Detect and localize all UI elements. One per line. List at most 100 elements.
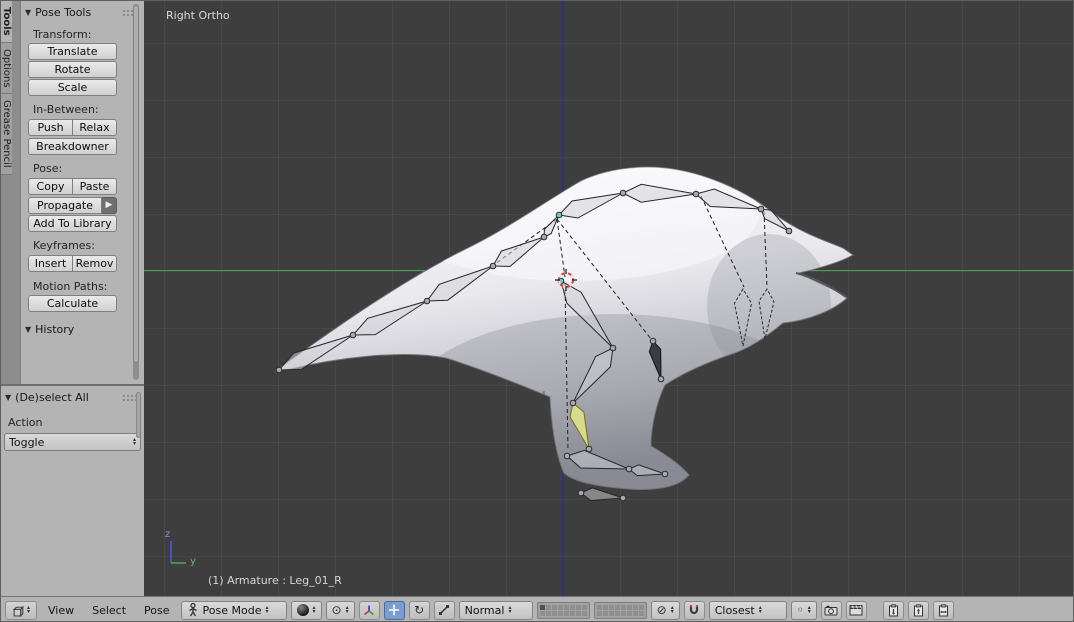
copy-pose-button[interactable]: Copy [28, 178, 73, 195]
armature-layers-grid-left[interactable] [536, 601, 590, 619]
layer-cell[interactable] [575, 604, 581, 610]
editor-type-button[interactable]: ▴ ▾ [5, 600, 37, 620]
tab-tools[interactable]: Tools [1, 1, 12, 43]
bone-joint[interactable] [619, 189, 627, 197]
bone-joint[interactable] [563, 452, 571, 460]
layer-cell[interactable] [596, 610, 602, 616]
opengl-render-anim-button[interactable] [845, 600, 867, 620]
bone-joint[interactable] [661, 470, 669, 478]
layer-cell[interactable] [638, 604, 644, 610]
opengl-render-button[interactable] [820, 600, 842, 620]
bone-joint[interactable] [757, 205, 765, 213]
layer-cell[interactable] [563, 604, 569, 610]
bone-joint[interactable] [349, 331, 357, 339]
layer-cell[interactable] [596, 604, 602, 610]
bone-joint[interactable] [275, 366, 283, 374]
rotate-button[interactable]: Rotate [28, 61, 117, 78]
toolshelf-scrollbar[interactable] [133, 4, 139, 380]
snap-target-dropdown[interactable]: Closest ▴ ▾ [708, 600, 787, 620]
bone-joint[interactable] [657, 375, 665, 383]
insert-keyframe-button[interactable]: Insert [28, 255, 73, 272]
layer-cell[interactable] [551, 604, 557, 610]
layer-cell[interactable] [575, 610, 581, 616]
paste-pose-button[interactable]: Paste [73, 178, 117, 195]
calculate-button[interactable]: Calculate [28, 295, 117, 312]
layer-cell[interactable] [539, 604, 545, 610]
bone-joint[interactable] [423, 297, 431, 305]
menu-view[interactable]: View [41, 604, 81, 617]
history-panel-header[interactable]: ▼ History [21, 318, 144, 338]
panel-drag-dots-icon[interactable] [122, 393, 136, 402]
layer-cell[interactable] [614, 604, 620, 610]
bone-joint[interactable] [649, 337, 657, 345]
action-dropdown[interactable]: Toggle ▴ ▾ [4, 433, 141, 451]
snap-magnet-button[interactable] [683, 600, 705, 620]
layer-cell[interactable] [620, 604, 626, 610]
translate-button[interactable]: Translate [28, 43, 117, 60]
layer-cell[interactable] [557, 610, 563, 616]
armature-layers-grid-right[interactable] [593, 601, 647, 619]
layer-cell[interactable] [581, 610, 587, 616]
layer-cell[interactable] [608, 610, 614, 616]
bone[interactable] [580, 487, 624, 502]
deselect-panel-header[interactable]: ▼ (De)select All [1, 386, 144, 406]
proportional-editing-dropdown[interactable]: ⊘ ▴ ▾ [650, 600, 680, 620]
copy-pose-button-header[interactable] [882, 600, 904, 620]
layer-cell[interactable] [626, 604, 632, 610]
layer-cell[interactable] [638, 610, 644, 616]
layer-cell[interactable] [581, 604, 587, 610]
layer-cell[interactable] [563, 610, 569, 616]
layer-cell[interactable] [602, 610, 608, 616]
layer-cell[interactable] [632, 604, 638, 610]
bone-joint[interactable] [692, 190, 700, 198]
breakdowner-button[interactable]: Breakdowner [28, 138, 117, 155]
layer-cell[interactable] [626, 610, 632, 616]
bone-joint[interactable] [619, 494, 627, 502]
bone-joint[interactable] [609, 344, 617, 352]
menu-pose[interactable]: Pose [137, 604, 176, 617]
pivot-point-dropdown[interactable]: ⊙ ▴ ▾ [325, 600, 355, 620]
bone-joint[interactable] [489, 262, 497, 270]
paste-flipped-pose-button[interactable] [932, 600, 954, 620]
bone-joint[interactable] [569, 399, 577, 407]
layer-cell[interactable] [632, 610, 638, 616]
layer-cell[interactable] [608, 604, 614, 610]
bone-joint[interactable] [625, 465, 633, 473]
layer-cell[interactable] [557, 604, 563, 610]
tab-options[interactable]: Options [1, 42, 12, 95]
snap-element-dropdown[interactable]: ◦ ▴ ▾ [790, 600, 817, 620]
viewport-shading-dropdown[interactable]: ▴ ▾ [290, 600, 322, 620]
remove-keyframe-button[interactable]: Remov [73, 255, 117, 272]
paste-pose-button-header[interactable] [907, 600, 929, 620]
layer-cell[interactable] [545, 604, 551, 610]
scale-manipulator-button[interactable] [433, 600, 455, 620]
bone-joint[interactable] [577, 489, 585, 497]
propagate-expand-arrow[interactable]: ▶ [102, 197, 117, 214]
layer-cell[interactable] [551, 610, 557, 616]
manipulator-toggle-button[interactable] [358, 600, 380, 620]
add-to-library-button[interactable]: Add To Library [28, 215, 117, 232]
pose-tools-panel-header[interactable]: ▼ Pose Tools [21, 1, 144, 21]
viewport-3d[interactable]: Right Ortho (1) Armature : Leg_01_R z y [144, 1, 1074, 596]
menu-select[interactable]: Select [85, 604, 133, 617]
bone-joint[interactable] [785, 227, 793, 235]
layer-cell[interactable] [620, 610, 626, 616]
bone-joint[interactable] [585, 445, 593, 453]
relax-button[interactable]: Relax [73, 119, 117, 136]
rotate-manipulator-button[interactable]: ↻ [408, 600, 430, 620]
mode-dropdown[interactable]: Pose Mode ▴ ▾ [180, 600, 287, 620]
scene-canvas[interactable] [144, 1, 1074, 596]
bone-joint[interactable] [540, 233, 548, 241]
tab-grease-pencil[interactable]: Grease Pencil [1, 94, 12, 175]
layer-cell[interactable] [614, 610, 620, 616]
layer-cell[interactable] [545, 610, 551, 616]
layer-cell[interactable] [569, 610, 575, 616]
push-button[interactable]: Push [28, 119, 73, 136]
propagate-button[interactable]: Propagate [28, 197, 102, 214]
scrollbar-handle[interactable] [133, 5, 139, 363]
scrollbar-handle[interactable] [136, 392, 141, 438]
translate-manipulator-button[interactable] [383, 600, 405, 620]
layer-cell[interactable] [569, 604, 575, 610]
layer-cell[interactable] [539, 610, 545, 616]
bone-joint[interactable] [555, 211, 563, 219]
